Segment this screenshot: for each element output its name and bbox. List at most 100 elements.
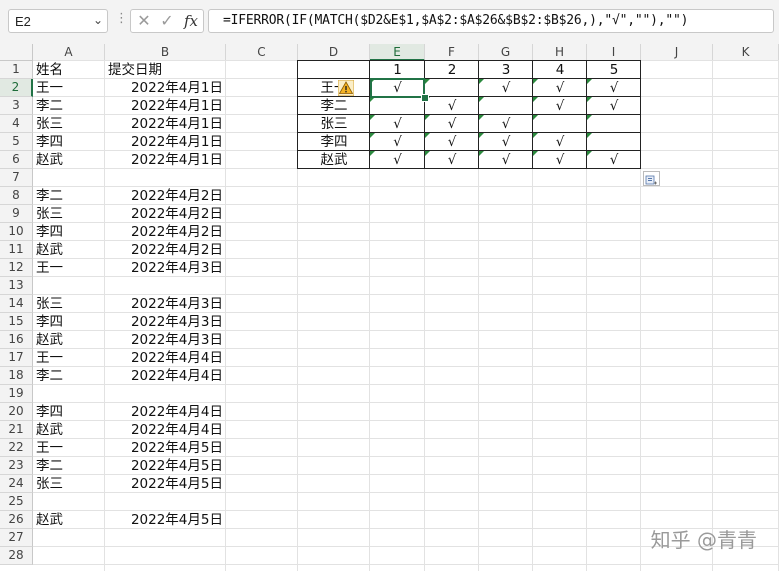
row-header-25[interactable]: 25 — [0, 493, 33, 511]
mark-cell-f6[interactable]: √ — [425, 151, 479, 169]
row-header-4[interactable]: 4 — [0, 115, 33, 133]
cell-a15[interactable]: 李四 — [33, 313, 105, 331]
vertical-dots-icon[interactable]: ⋮ — [115, 11, 128, 26]
row-header-2[interactable]: 2 — [0, 79, 33, 97]
summary-name-3[interactable]: 李二 — [298, 97, 370, 115]
cell-a18[interactable]: 李二 — [33, 367, 105, 385]
day-header-3[interactable]: 3 — [479, 61, 533, 79]
day-header-2[interactable]: 2 — [425, 61, 479, 79]
summary-name-2[interactable]: 王一 — [298, 79, 370, 97]
name-box[interactable]: E2 ⌄ — [8, 9, 108, 33]
cell-b10[interactable]: 2022年4月2日 — [105, 223, 226, 241]
paste-options-button[interactable] — [643, 171, 660, 186]
row-header-28[interactable]: 28 — [0, 547, 33, 565]
row-header-22[interactable]: 22 — [0, 439, 33, 457]
row-header-18[interactable]: 18 — [0, 367, 33, 385]
row-header-3[interactable]: 3 — [0, 97, 33, 115]
chevron-down-icon[interactable]: ⌄ — [93, 13, 103, 27]
cell-b6[interactable]: 2022年4月1日 — [105, 151, 226, 169]
warning-icon[interactable] — [338, 80, 354, 96]
cell-a21[interactable]: 赵武 — [33, 421, 105, 439]
cell-b15[interactable]: 2022年4月3日 — [105, 313, 226, 331]
mark-cell-e4[interactable]: √ — [370, 115, 425, 133]
cell-b5[interactable]: 2022年4月1日 — [105, 133, 226, 151]
cell-b4[interactable]: 2022年4月1日 — [105, 115, 226, 133]
column-header-g[interactable]: G — [479, 44, 533, 61]
cell-b8[interactable]: 2022年4月2日 — [105, 187, 226, 205]
cell-a20[interactable]: 李四 — [33, 403, 105, 421]
mark-cell-f5[interactable]: √ — [425, 133, 479, 151]
cell-a3[interactable]: 李二 — [33, 97, 105, 115]
cell-b2[interactable]: 2022年4月1日 — [105, 79, 226, 97]
cell-b17[interactable]: 2022年4月4日 — [105, 349, 226, 367]
mark-cell-g6[interactable]: √ — [479, 151, 533, 169]
column-header-e[interactable]: E — [370, 44, 425, 61]
enter-icon[interactable]: ✓ — [156, 10, 178, 32]
mark-cell-h2[interactable]: √ — [533, 79, 587, 97]
mark-cell-i2[interactable]: √ — [587, 79, 641, 97]
cell-b11[interactable]: 2022年4月2日 — [105, 241, 226, 259]
select-all-corner[interactable] — [0, 44, 33, 61]
cell-a22[interactable]: 王一 — [33, 439, 105, 457]
row-header-1[interactable]: 1 — [0, 61, 33, 79]
row-header-7[interactable]: 7 — [0, 169, 33, 187]
row-header-13[interactable]: 13 — [0, 277, 33, 295]
cell-b1[interactable]: 提交日期 — [105, 61, 226, 79]
row-header-9[interactable]: 9 — [0, 205, 33, 223]
mark-cell-h4[interactable] — [533, 115, 587, 133]
column-header-h[interactable]: H — [533, 44, 587, 61]
cell-a16[interactable]: 赵武 — [33, 331, 105, 349]
cell-b23[interactable]: 2022年4月5日 — [105, 457, 226, 475]
column-header-j[interactable]: J — [641, 44, 713, 61]
mark-cell-i6[interactable]: √ — [587, 151, 641, 169]
summary-name-5[interactable]: 李四 — [298, 133, 370, 151]
mark-cell-f4[interactable]: √ — [425, 115, 479, 133]
mark-cell-e6[interactable]: √ — [370, 151, 425, 169]
cell-a24[interactable]: 张三 — [33, 475, 105, 493]
mark-cell-g4[interactable]: √ — [479, 115, 533, 133]
cell-a26[interactable]: 赵武 — [33, 511, 105, 529]
mark-cell-i3[interactable]: √ — [587, 97, 641, 115]
cell-a10[interactable]: 李四 — [33, 223, 105, 241]
row-header-19[interactable]: 19 — [0, 385, 33, 403]
cell-a8[interactable]: 李二 — [33, 187, 105, 205]
cell-b16[interactable]: 2022年4月3日 — [105, 331, 226, 349]
cell-a5[interactable]: 李四 — [33, 133, 105, 151]
day-header-4[interactable]: 4 — [533, 61, 587, 79]
cell-b18[interactable]: 2022年4月4日 — [105, 367, 226, 385]
column-header-b[interactable]: B — [105, 44, 226, 61]
row-header-27[interactable]: 27 — [0, 529, 33, 547]
mark-cell-f2[interactable] — [425, 79, 479, 97]
mark-cell-f3[interactable]: √ — [425, 97, 479, 115]
cell-b9[interactable]: 2022年4月2日 — [105, 205, 226, 223]
selected-cell-e2[interactable] — [370, 78, 425, 98]
row-header-14[interactable]: 14 — [0, 295, 33, 313]
row-header-16[interactable]: 16 — [0, 331, 33, 349]
cell-a6[interactable]: 赵武 — [33, 151, 105, 169]
column-header-d[interactable]: D — [298, 44, 370, 61]
mark-cell-g5[interactable]: √ — [479, 133, 533, 151]
row-header-12[interactable]: 12 — [0, 259, 33, 277]
row-header-23[interactable]: 23 — [0, 457, 33, 475]
cell-a9[interactable]: 张三 — [33, 205, 105, 223]
column-header-i[interactable]: I — [587, 44, 641, 61]
cell-b22[interactable]: 2022年4月5日 — [105, 439, 226, 457]
cell-a23[interactable]: 李二 — [33, 457, 105, 475]
cell-b21[interactable]: 2022年4月4日 — [105, 421, 226, 439]
cell-a12[interactable]: 王一 — [33, 259, 105, 277]
row-header-17[interactable]: 17 — [0, 349, 33, 367]
cell-a4[interactable]: 张三 — [33, 115, 105, 133]
row-header-6[interactable]: 6 — [0, 151, 33, 169]
column-header-a[interactable]: A — [33, 44, 105, 61]
cell-a11[interactable]: 赵武 — [33, 241, 105, 259]
mark-cell-h6[interactable]: √ — [533, 151, 587, 169]
row-header-5[interactable]: 5 — [0, 133, 33, 151]
row-header-8[interactable]: 8 — [0, 187, 33, 205]
summary-name-4[interactable]: 张三 — [298, 115, 370, 133]
day-header-1[interactable]: 1 — [370, 61, 425, 79]
cell-a14[interactable]: 张三 — [33, 295, 105, 313]
row-header-20[interactable]: 20 — [0, 403, 33, 421]
fill-handle[interactable] — [421, 94, 429, 102]
row-header-26[interactable]: 26 — [0, 511, 33, 529]
mark-cell-g2[interactable]: √ — [479, 79, 533, 97]
